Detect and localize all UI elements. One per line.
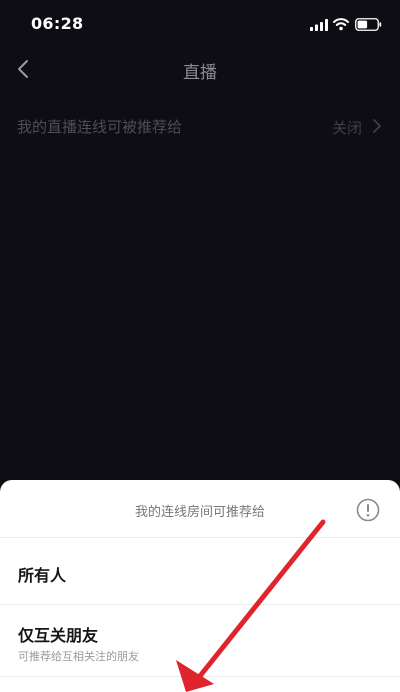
- option-mutual-friends[interactable]: 仅互关朋友 可推荐给互相关注的朋友: [0, 605, 400, 677]
- setting-value: 关闭: [331, 119, 362, 137]
- sheet-header: 我的连线房间可推荐给: [0, 480, 400, 538]
- option-everyone[interactable]: 所有人: [0, 538, 400, 605]
- status-time: 06:28: [31, 14, 84, 33]
- option-mutual-friends-description: 可推荐给互相关注的朋友: [18, 650, 139, 663]
- recommend-options-sheet: 我的连线房间可推荐给 所有人 仅互关朋友 可推荐给互相关注的朋友: [0, 480, 400, 692]
- signal-icon: [310, 19, 328, 31]
- nav-bar: 直播: [0, 48, 400, 92]
- live-settings-screen: 06:28 直播 我的直播连线可被推荐给 关闭 我的连线房间可推荐给 所有人 仅…: [0, 0, 400, 692]
- setting-label: 我的直播连线可被推荐给: [17, 118, 183, 136]
- option-everyone-label: 所有人: [18, 566, 67, 585]
- option-partially-visible[interactable]: [0, 677, 400, 692]
- status-bar: 06:28: [0, 0, 400, 48]
- option-mutual-friends-label: 仅互关朋友: [18, 626, 99, 645]
- wifi-icon: [333, 18, 349, 31]
- chevron-right-icon: [373, 119, 381, 133]
- live-connection-recommend-setting[interactable]: 我的直播连线可被推荐给 关闭: [0, 105, 400, 147]
- battery-icon: [355, 18, 382, 31]
- page-title: 直播: [183, 63, 217, 83]
- sheet-title: 我的连线房间可推荐给: [134, 505, 265, 520]
- info-icon[interactable]: [356, 498, 380, 522]
